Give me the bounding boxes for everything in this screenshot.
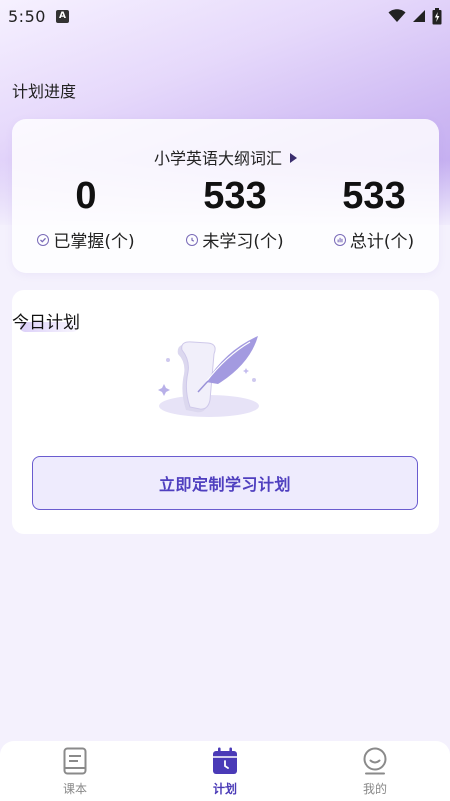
- nav-label-plan: 计划: [212, 782, 237, 796]
- wifi-icon: [388, 9, 406, 22]
- stat-mastered-label: 已掌握(个): [53, 232, 135, 252]
- stat-unlearned: 533 未学习(个): [172, 171, 298, 252]
- battery-charging-icon: [432, 7, 442, 24]
- clock-icon: [186, 233, 199, 246]
- bottom-navigation: 课本 计划 我的: [0, 741, 450, 801]
- triangle-right-icon: [290, 152, 297, 163]
- book-icon: [63, 747, 87, 775]
- profile-icon: [363, 747, 387, 775]
- notification-a-icon: A: [55, 9, 69, 23]
- stat-unlearned-value: 533: [203, 175, 267, 217]
- empty-plan-illustration-icon: [158, 336, 259, 417]
- nav-item-textbook[interactable]: 课本: [35, 747, 115, 797]
- book-selector[interactable]: 小学英语大纲词汇: [12, 145, 439, 169]
- stat-mastered-value: 0: [75, 175, 97, 217]
- today-plan-title: 今日计划: [12, 313, 80, 333]
- stat-total: 533 总计(个): [318, 171, 430, 252]
- stat-mastered: 0 已掌握(个): [26, 171, 146, 252]
- check-circle-icon: [37, 233, 50, 246]
- stat-unlearned-label: 未学习(个): [202, 232, 284, 252]
- nav-label-profile: 我的: [362, 782, 387, 796]
- calendar-icon: [213, 747, 237, 774]
- status-bar: 5:50 A: [0, 0, 450, 32]
- stat-total-label: 总计(个): [349, 232, 415, 252]
- nav-item-profile[interactable]: 我的: [335, 747, 415, 797]
- cellular-signal-icon: [413, 10, 425, 22]
- book-name: 小学英语大纲词汇: [153, 149, 282, 168]
- stat-total-value: 533: [342, 175, 406, 217]
- status-time: 5:50: [8, 6, 46, 26]
- nav-item-plan[interactable]: 计划: [185, 747, 265, 797]
- section-title-plan-progress: 计划进度: [12, 82, 77, 101]
- today-plan-card: 今日计划 立即定制学习计划: [12, 290, 439, 534]
- create-study-plan-button[interactable]: 立即定制学习计划: [32, 456, 418, 510]
- bar-chart-icon: [333, 233, 346, 246]
- plan-progress-card: 小学英语大纲词汇 0 已掌握(个) 533 未学习(个) 533 总计(个): [12, 119, 439, 273]
- status-right-icons: [388, 7, 442, 25]
- nav-label-textbook: 课本: [62, 782, 87, 796]
